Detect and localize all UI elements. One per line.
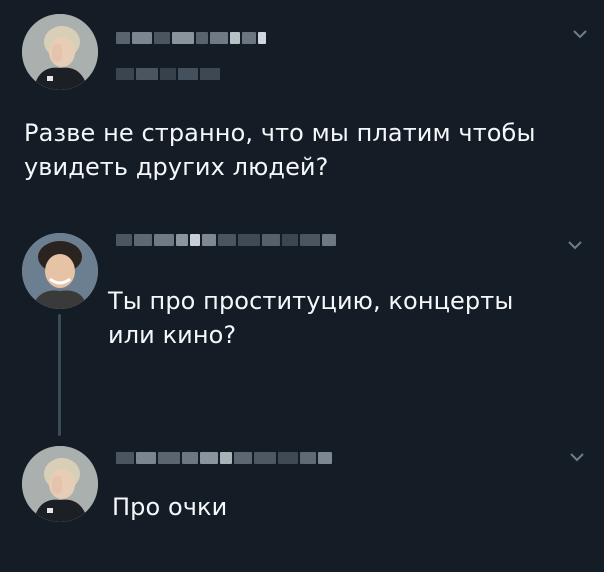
tweet-text-line: или кино? [108, 321, 237, 349]
tweet-text: Разве не странно, что мы платим чтобы ув… [24, 116, 584, 184]
chevron-down-icon[interactable] [571, 27, 589, 41]
author-avatar[interactable] [22, 233, 98, 309]
chevron-down-icon[interactable] [566, 238, 584, 252]
author-name-redacted [116, 32, 266, 44]
tweet-text-line: Про очки [112, 493, 228, 521]
chevron-down-icon[interactable] [568, 450, 586, 464]
tweet-text-line: увидеть других людей? [24, 153, 329, 181]
author-name-redacted [116, 452, 332, 464]
author-name-redacted [116, 234, 336, 246]
handle-redacted [116, 68, 220, 80]
author-avatar[interactable] [22, 14, 98, 90]
avatar-image [22, 446, 98, 522]
author-avatar[interactable] [22, 446, 98, 522]
thread-connector [58, 314, 61, 436]
tweet-text-line: Разве не странно, что мы платим чтобы [24, 119, 536, 147]
tweet-text: Ты про проституцию, концерты или кино? [108, 284, 588, 352]
tweet-text-line: Ты про проституцию, концерты [108, 287, 514, 315]
avatar-image [22, 14, 98, 90]
avatar-image [22, 233, 98, 309]
tweet-text: Про очки [112, 490, 582, 524]
